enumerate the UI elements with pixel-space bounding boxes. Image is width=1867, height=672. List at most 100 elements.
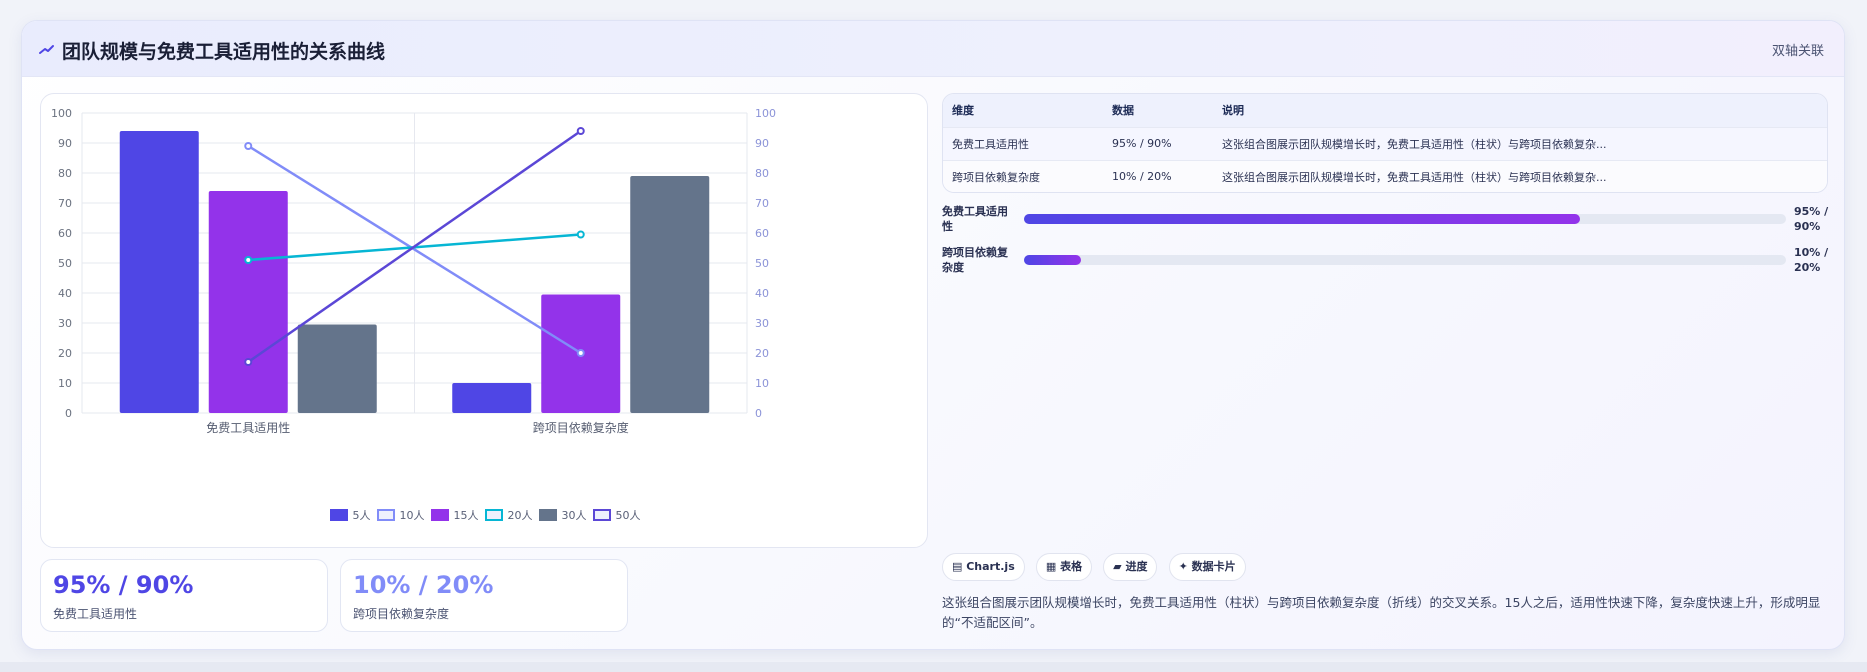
kpi-value: 95% / 90% — [53, 571, 194, 599]
y2-tick-label: 30 — [755, 317, 769, 330]
legend-swatch — [538, 509, 557, 521]
y-tick-label: 60 — [58, 227, 72, 240]
point-10人 — [576, 349, 585, 357]
table-cell: 免费工具适用性 — [952, 137, 1029, 151]
legend-label: 10人 — [399, 509, 425, 522]
chip-data-card[interactable]: ✦ 数据卡片 — [1168, 553, 1246, 581]
table-row: 跨项目依赖复杂度 10% / 20% 这张组合图展示团队规模增长时，免费工具适用… — [943, 160, 1827, 192]
legend-label: 5人 — [352, 509, 371, 522]
chart-icon: ▤ — [952, 560, 967, 573]
bar-5人 — [452, 383, 532, 413]
y-tick-label: 90 — [58, 137, 72, 150]
legend-label: 20人 — [507, 509, 533, 522]
progress-icon: ▰ — [1113, 560, 1126, 573]
column-header: 数据 — [1112, 104, 1134, 118]
kpi-card-dependency: 10% / 20% 跨项目依赖复杂度 — [340, 559, 628, 632]
progress-value: 10% / 20% — [1794, 246, 1829, 274]
legend-swatch — [430, 509, 449, 521]
x-tick-label: 免费工具适用性 — [206, 420, 290, 435]
legend-item[interactable]: 10人 — [376, 507, 425, 523]
legend-swatch — [484, 509, 503, 521]
progress-fill — [1024, 255, 1082, 265]
point-50人 — [576, 127, 585, 135]
legend-label: 50人 — [615, 509, 641, 522]
legend-item[interactable]: 30人 — [538, 507, 587, 523]
y2-tick-label: 10 — [755, 377, 769, 390]
card-header: 团队规模与免费工具适用性的关系曲线 双轴关联 — [22, 21, 1844, 77]
progress-value: 95% / 90% — [1794, 205, 1829, 233]
y-tick-label: 0 — [65, 407, 72, 420]
bar-5人 — [119, 131, 199, 413]
y-tick-label: 40 — [58, 287, 72, 300]
point-20人 — [244, 256, 253, 264]
y2-tick-label: 70 — [755, 197, 769, 210]
bar-30人 — [630, 176, 710, 413]
legend-swatch — [376, 509, 395, 521]
bar-15人 — [208, 191, 288, 413]
chip-label: 数据卡片 — [1191, 560, 1236, 573]
chart-legend: 5人 10人 15人 20人 30人 50人 — [41, 507, 929, 523]
chip-label: Chart.js — [966, 560, 1015, 573]
legend-label: 15人 — [453, 509, 479, 522]
combo-chart: 0 0 10 10 20 20 30 30 40 40 50 50 60 60 70 70 80 80 90 90 10… — [40, 93, 928, 548]
chip-table[interactable]: ▦ 表格 — [1035, 553, 1093, 581]
tech-chips: ▤ Chart.js ▦ 表格 ▰ 进度 ✦ 数据卡片 — [942, 553, 1252, 581]
trend-line-icon — [39, 45, 54, 54]
kpi-value: 10% / 20% — [353, 571, 494, 599]
point-20人 — [576, 230, 585, 239]
y-tick-label: 30 — [58, 317, 72, 330]
chart-card: 团队规模与免费工具适用性的关系曲线 双轴关联 0 0 10 10 20 20 30 30 40 4… — [21, 20, 1845, 650]
legend-swatch — [592, 509, 611, 521]
dual-axis-tag: 双轴关联 — [1771, 44, 1824, 59]
legend-item[interactable]: 20人 — [484, 507, 533, 523]
legend-swatch — [329, 509, 348, 521]
y2-tick-label: 90 — [755, 137, 769, 150]
column-header: 维度 — [952, 104, 974, 118]
progress-fill — [1024, 214, 1581, 224]
kpi-label: 跨项目依赖复杂度 — [353, 607, 450, 621]
chip-chartjs[interactable]: ▤ Chart.js — [942, 553, 1025, 581]
chart-canvas: 0 0 10 10 20 20 30 30 40 40 50 50 60 60 70 70 80 80 90 90 10… — [51, 107, 776, 435]
kpi-card-tool-fit: 95% / 90% 免费工具适用性 — [40, 559, 328, 632]
chip-progress[interactable]: ▰ 进度 — [1103, 553, 1158, 581]
legend-item[interactable]: 5人 — [329, 507, 371, 523]
table-cell: 95% / 90% — [1112, 137, 1172, 150]
chart-description: 这张组合图展示团队规模增长时，免费工具适用性（柱状）与跨项目依赖复杂度（折线）的… — [942, 595, 1821, 630]
table-cell: 跨项目依赖复杂度 — [952, 170, 1040, 184]
chip-label: 进度 — [1125, 560, 1148, 573]
progress-track — [1024, 214, 1786, 224]
y2-tick-label: 20 — [755, 347, 769, 360]
y-tick-label: 80 — [58, 167, 72, 180]
progress-track — [1024, 255, 1786, 265]
bar-30人 — [297, 324, 377, 413]
y2-tick-label: 50 — [755, 257, 769, 270]
kpi-label: 免费工具适用性 — [53, 607, 138, 621]
table-cell: 这张组合图展示团队规模增长时，免费工具适用性（柱状）与跨项目依赖复杂... — [1222, 170, 1607, 184]
progress-label: 跨项目依赖复杂度 — [942, 246, 1008, 274]
y-tick-label: 50 — [58, 257, 72, 270]
y-tick-label: 70 — [58, 197, 72, 210]
point-10人 — [244, 142, 253, 150]
legend-label: 30人 — [561, 509, 587, 522]
data-table: 维度 数据 说明 免费工具适用性 95% / 90% 这张组合图展示团队规模增长… — [942, 93, 1828, 193]
legend-item[interactable]: 50人 — [592, 507, 641, 523]
sparkle-icon: ✦ — [1178, 560, 1192, 573]
table-cell: 10% / 20% — [1112, 170, 1172, 184]
chip-label: 表格 — [1060, 560, 1083, 573]
y-tick-label: 20 — [58, 347, 72, 360]
y2-tick-label: 80 — [755, 167, 769, 180]
table-icon: ▦ — [1045, 560, 1061, 573]
column-header: 说明 — [1222, 104, 1244, 118]
x-tick-label: 跨项目依赖复杂度 — [533, 420, 629, 435]
y2-tick-label: 60 — [755, 227, 769, 240]
progress-row-tool-fit: 免费工具适用性 95% / 90% — [942, 204, 1828, 238]
point-50人 — [244, 358, 253, 366]
y-tick-label: 100 — [51, 107, 72, 120]
legend-item[interactable]: 15人 — [430, 507, 479, 523]
y2-tick-label: 100 — [755, 107, 776, 120]
page-title: 团队规模与免费工具适用性的关系曲线 — [62, 41, 386, 63]
y-tick-label: 10 — [58, 377, 72, 390]
table-cell: 这张组合图展示团队规模增长时，免费工具适用性（柱状）与跨项目依赖复杂... — [1222, 137, 1607, 151]
progress-row-dependency: 跨项目依赖复杂度 10% / 20% — [942, 245, 1828, 279]
y2-tick-label: 0 — [755, 407, 762, 420]
